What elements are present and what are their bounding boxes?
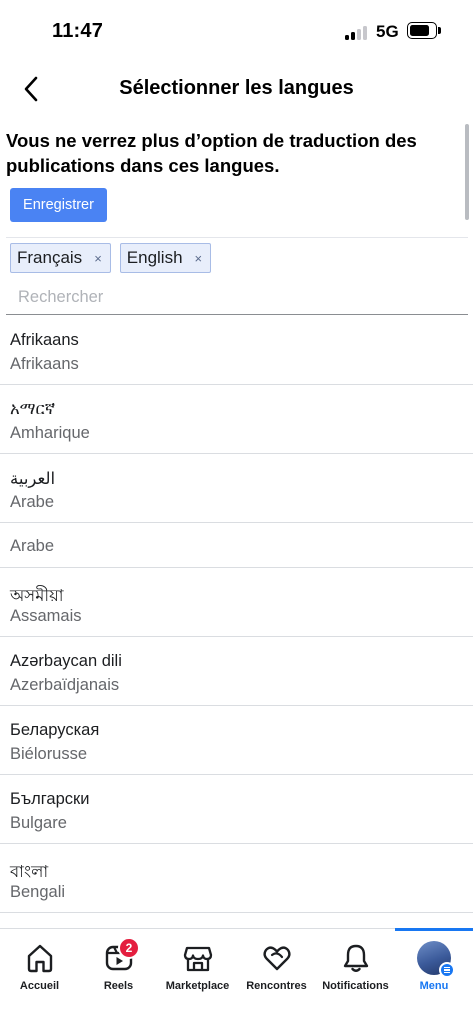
language-name: Azerbaïdjanais xyxy=(10,676,120,694)
selected-languages: Français × English × xyxy=(10,243,212,273)
cellular-signal-icon xyxy=(345,24,371,40)
tab-label: Rencontres xyxy=(246,980,307,992)
bell-icon xyxy=(339,941,373,975)
list-item[interactable]: বাংলা Bengali xyxy=(0,844,473,913)
bottom-tab-bar: Accueil Reels 2 Marketplace Rencontres N… xyxy=(0,928,473,1024)
chevron-left-icon xyxy=(24,76,38,102)
tab-label: Reels xyxy=(103,980,134,992)
marketplace-icon xyxy=(181,941,215,975)
reels-badge: 2 xyxy=(118,937,140,959)
divider xyxy=(6,237,468,238)
notice-text: Vous ne verrez plus d’option de traducti… xyxy=(6,130,417,176)
language-native-name: አማርኛ xyxy=(10,400,56,418)
remove-chip-icon[interactable]: × xyxy=(94,252,102,265)
scrollbar[interactable] xyxy=(465,124,469,220)
list-item[interactable]: Български Bulgare xyxy=(0,775,473,844)
language-native-name: Български xyxy=(10,790,90,808)
menu-icon xyxy=(439,962,455,978)
tab-accueil[interactable]: Accueil xyxy=(0,929,79,1024)
language-native-name: Беларуская xyxy=(10,721,100,739)
list-item[interactable]: العربية Arabe xyxy=(0,454,473,523)
language-list: Afrikaans Afrikaans አማርኛ Amharique العرب… xyxy=(0,316,473,913)
tab-menu[interactable]: Menu xyxy=(395,928,473,1024)
language-native-name: العربية xyxy=(10,470,56,488)
back-button[interactable] xyxy=(14,72,48,106)
tab-label: Marketplace xyxy=(165,980,230,992)
list-item[interactable]: অসমীয়া Assamais xyxy=(0,568,473,637)
avatar xyxy=(417,941,455,978)
home-icon xyxy=(23,941,57,975)
chip-label: Français xyxy=(17,248,83,267)
header: Sélectionner les langues xyxy=(0,62,473,118)
search-input[interactable] xyxy=(6,280,468,315)
language-name: Amharique xyxy=(10,424,90,442)
remove-chip-icon[interactable]: × xyxy=(195,252,203,265)
status-time: 11:47 xyxy=(52,20,104,42)
list-item[interactable]: አማርኛ Amharique xyxy=(0,385,473,454)
list-item[interactable]: Беларуская Biélorusse xyxy=(0,706,473,775)
page-title: Sélectionner les langues xyxy=(119,77,354,99)
language-name: Biélorusse xyxy=(10,745,88,763)
status-bar: 11:47 5G xyxy=(0,0,473,62)
tab-label: Menu xyxy=(419,980,449,992)
save-button[interactable]: Enregistrer xyxy=(10,188,107,222)
tab-notifications[interactable]: Notifications xyxy=(316,929,395,1024)
language-native-name: Azərbaycan dili xyxy=(10,652,122,670)
language-name: Arabe xyxy=(10,537,55,555)
list-item[interactable]: Azərbaycan dili Azerbaïdjanais xyxy=(0,637,473,706)
language-native-name: বাংলা xyxy=(10,863,49,881)
battery-icon xyxy=(407,22,441,39)
language-native-name: Afrikaans xyxy=(10,331,79,349)
chip-label: English xyxy=(126,248,183,267)
language-chip-english: English × xyxy=(119,243,212,273)
tab-label: Notifications xyxy=(322,980,389,992)
network-type: 5G xyxy=(376,22,399,41)
language-chip-francais: Français × xyxy=(10,243,111,273)
tab-rencontres[interactable]: Rencontres xyxy=(237,929,316,1024)
language-name: Bulgare xyxy=(10,814,67,832)
language-settings: Vous ne verrez plus d’option de traducti… xyxy=(0,120,473,928)
tab-label: Accueil xyxy=(19,980,60,992)
profile-avatar xyxy=(417,941,455,978)
language-name: Assamais xyxy=(10,607,82,625)
list-item[interactable]: Arabe xyxy=(0,523,473,568)
language-name: Arabe xyxy=(10,493,55,511)
tab-marketplace[interactable]: Marketplace xyxy=(158,929,237,1024)
language-name: Afrikaans xyxy=(10,355,79,373)
list-item[interactable]: Afrikaans Afrikaans xyxy=(0,316,473,385)
dating-heart-icon xyxy=(260,941,294,975)
language-native-name: অসমীয়া xyxy=(10,587,64,605)
language-name: Bengali xyxy=(10,883,66,901)
